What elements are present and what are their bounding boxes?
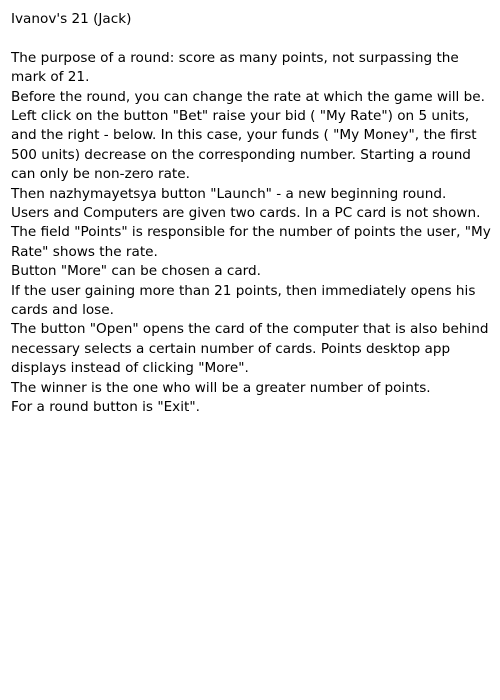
paragraph-winner: The winner is the one who will be a grea… (11, 379, 431, 396)
paragraph-cards-dealt: Users and Computers are given two cards.… (11, 205, 481, 222)
paragraph-purpose: The purpose of a round: score as many po… (11, 49, 459, 86)
paragraph-points-field: The field "Points" is responsible for th… (11, 224, 491, 260)
paragraph-launch: Then nazhymayetsya button "Launch" - a n… (11, 185, 447, 202)
paragraph-bust: If the user gaining more than 21 points,… (11, 282, 476, 319)
document-title: Ivanov's 21 (Jack) (11, 11, 132, 27)
paragraph-exit: For a round button is "Exit". (11, 399, 200, 416)
paragraph-more-button: Button "More" can be chosen a card. (11, 263, 261, 280)
help-document: Ivanov's 21 (Jack) The purpose of a roun… (11, 10, 491, 418)
paragraph-open-button: The button "Open" opens the card of the … (11, 321, 489, 377)
paragraph-bet: Before the round, you can change the rat… (11, 88, 485, 183)
